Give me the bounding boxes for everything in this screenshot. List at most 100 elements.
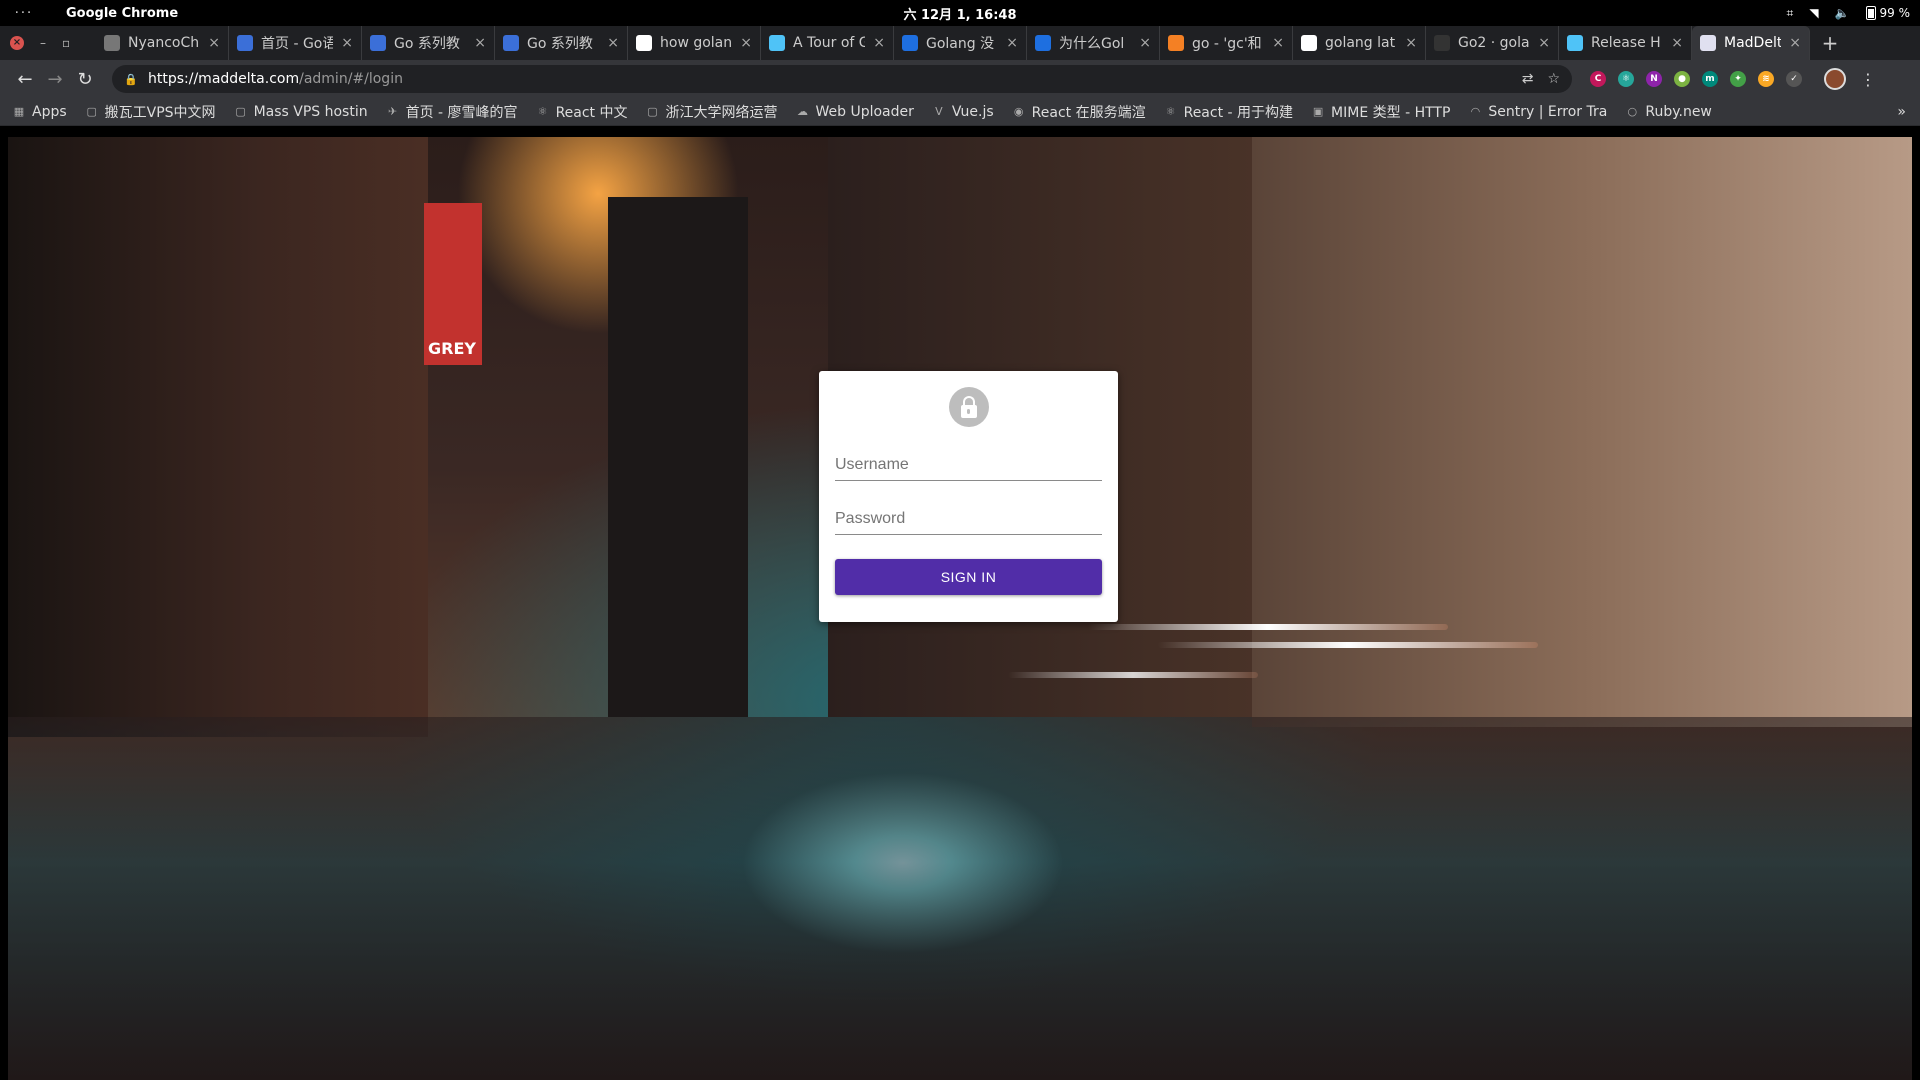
app-menu[interactable]: Google Chrome xyxy=(66,6,178,21)
login-page: GREY SIGN IN xyxy=(8,137,1912,1080)
tab-title: 为什么Gol xyxy=(1059,36,1125,52)
tab-12[interactable]: MadDelta × xyxy=(1692,26,1810,60)
bookmark-7[interactable]: V Vue.js xyxy=(932,104,994,120)
google-icon xyxy=(1301,35,1317,51)
tab-close-icon[interactable]: × xyxy=(607,35,619,51)
clock[interactable]: 六 12月 1, 16:48 xyxy=(903,4,1016,23)
tab-close-icon[interactable]: × xyxy=(1272,35,1284,51)
bookmark-8[interactable]: ◉ React 在服务端渲 xyxy=(1012,102,1146,122)
forward-icon[interactable]: → xyxy=(42,69,68,90)
background-building-right xyxy=(1252,137,1912,727)
address-bar[interactable]: 🔒 https://maddelta.com/admin/#/login ⇄ ☆ xyxy=(112,65,1572,93)
wifi-icon[interactable]: ◥ xyxy=(1809,6,1818,20)
tab-6[interactable]: Golang 没 × xyxy=(894,26,1027,60)
tab-3[interactable]: Go 系列教 × xyxy=(495,26,628,60)
reload-icon[interactable]: ↻ xyxy=(72,69,98,90)
page-icon: ▢ xyxy=(235,105,246,118)
tab-title: A Tour of G xyxy=(793,35,866,51)
extension-react-devtools-icon[interactable]: ⚛ xyxy=(1618,71,1634,87)
tab-close-icon[interactable]: × xyxy=(1006,35,1018,51)
login-card: SIGN IN xyxy=(819,371,1118,622)
tab-close-icon[interactable]: × xyxy=(208,35,220,51)
tab-8[interactable]: go - 'gc'和 × xyxy=(1160,26,1293,60)
tab-0[interactable]: NyancoCh × xyxy=(96,26,229,60)
chrome-menu-icon[interactable]: ⋮ xyxy=(1860,70,1876,89)
tab-close-icon[interactable]: × xyxy=(1139,35,1151,51)
tab-close-icon[interactable]: × xyxy=(341,35,353,51)
doc-icon xyxy=(769,35,785,51)
extension-leaf-icon[interactable]: ✦ xyxy=(1730,71,1746,87)
password-input[interactable] xyxy=(835,510,1102,528)
tab-close-icon[interactable]: × xyxy=(1789,35,1801,51)
window-minimize-icon[interactable]: – xyxy=(40,36,46,50)
tab-2[interactable]: Go 系列教 × xyxy=(362,26,495,60)
page-icon: ▢ xyxy=(647,105,658,118)
maddelta-icon xyxy=(1700,35,1716,51)
extension-check-icon[interactable]: ✓ xyxy=(1786,71,1802,87)
tab-close-icon[interactable]: × xyxy=(474,35,486,51)
bookmark-2[interactable]: ▢ Mass VPS hostin xyxy=(234,103,368,120)
bookmark-9[interactable]: ⚛ React - 用于构建 xyxy=(1164,102,1293,122)
new-tab-button[interactable]: + xyxy=(1810,26,1850,60)
profile-avatar[interactable] xyxy=(1824,68,1846,90)
lock-icon[interactable]: 🔒 xyxy=(124,73,138,86)
tab-1[interactable]: 首页 - Go语 × xyxy=(229,26,362,60)
bookmark-0[interactable]: ▦ Apps xyxy=(12,104,67,120)
bookmark-label: React 中文 xyxy=(555,104,628,121)
tab-title: NyancoCh xyxy=(128,35,200,51)
back-icon[interactable]: ← xyxy=(12,69,38,90)
bookmark-3[interactable]: ✈ 首页 - 廖雪峰的官 xyxy=(386,102,518,122)
react-icon: ⚛ xyxy=(537,105,548,118)
tab-10[interactable]: Go2 · gola × xyxy=(1426,26,1559,60)
extension-m-icon[interactable]: m xyxy=(1702,71,1718,87)
activities-button[interactable]: ··· xyxy=(0,6,48,21)
system-tray[interactable]: ⌗ ◥ 🔈 99 % xyxy=(1787,6,1910,21)
username-field xyxy=(835,451,1102,481)
vue-icon: V xyxy=(935,105,943,118)
tab-close-icon[interactable]: × xyxy=(1671,35,1683,51)
extensions: C ⚛ N ● m ✦ ≋ ✓ xyxy=(1590,71,1802,87)
volume-icon[interactable]: 🔈 xyxy=(1835,6,1850,20)
stackoverflow-icon xyxy=(1168,35,1184,51)
banner-text: GREY xyxy=(428,339,476,358)
tab-7[interactable]: 为什么Gol × xyxy=(1027,26,1160,60)
translate-icon[interactable]: ⇄ xyxy=(1522,71,1534,87)
bookmark-6[interactable]: ☁ Web Uploader xyxy=(796,104,914,120)
bookmark-5[interactable]: ▢ 浙江大学网络运营 xyxy=(646,102,777,122)
sign-in-button[interactable]: SIGN IN xyxy=(835,559,1102,595)
bookmark-1[interactable]: ▢ 搬瓦工VPS中文网 xyxy=(85,102,215,122)
tab-close-icon[interactable]: × xyxy=(1538,35,1550,51)
light-streak xyxy=(1158,642,1538,648)
extension-rss-icon[interactable]: ≋ xyxy=(1758,71,1774,87)
lock-icon xyxy=(948,387,989,427)
tab-close-icon[interactable]: × xyxy=(1405,35,1417,51)
extension-circle-icon[interactable]: ● xyxy=(1674,71,1690,87)
bookmark-10[interactable]: ▣ MIME 类型 - HTTP xyxy=(1311,102,1451,122)
bookmark-12[interactable]: ○ Ruby.new xyxy=(1625,104,1712,120)
bookmark-11[interactable]: ◠ Sentry | Error Tra xyxy=(1468,104,1608,120)
extension-c-icon[interactable]: C xyxy=(1590,71,1606,87)
tab-close-icon[interactable]: × xyxy=(873,35,885,51)
tab-close-icon[interactable]: × xyxy=(740,35,752,51)
tab-4[interactable]: how golan × xyxy=(628,26,761,60)
battery-indicator[interactable]: 99 % xyxy=(1865,6,1910,20)
bookmark-label: Mass VPS hostin xyxy=(253,103,368,120)
extension-onenote-icon[interactable]: N xyxy=(1646,71,1662,87)
bookmarks-overflow-icon[interactable]: » xyxy=(1897,104,1906,120)
bookmark-4[interactable]: ⚛ React 中文 xyxy=(536,102,628,122)
tab-9[interactable]: golang lat × xyxy=(1293,26,1426,60)
window-close-icon[interactable]: × xyxy=(10,36,24,50)
tab-11[interactable]: Release H × xyxy=(1559,26,1692,60)
username-input[interactable] xyxy=(835,456,1102,474)
url-text[interactable]: https://maddelta.com/admin/#/login xyxy=(148,71,1508,87)
bookmark-star-icon[interactable]: ☆ xyxy=(1547,71,1560,87)
input-method-icon[interactable]: ⌗ xyxy=(1787,6,1794,21)
bookmark-label: MIME 类型 - HTTP xyxy=(1331,104,1451,121)
tab-5[interactable]: A Tour of G × xyxy=(761,26,894,60)
light-streak xyxy=(1008,672,1258,678)
window-restore-icon[interactable]: ▫ xyxy=(62,36,70,50)
tab-title: Go2 · gola xyxy=(1458,35,1530,51)
page-icon xyxy=(104,35,120,51)
zhihu-icon xyxy=(902,35,918,51)
tab-title: 首页 - Go语 xyxy=(261,36,334,52)
